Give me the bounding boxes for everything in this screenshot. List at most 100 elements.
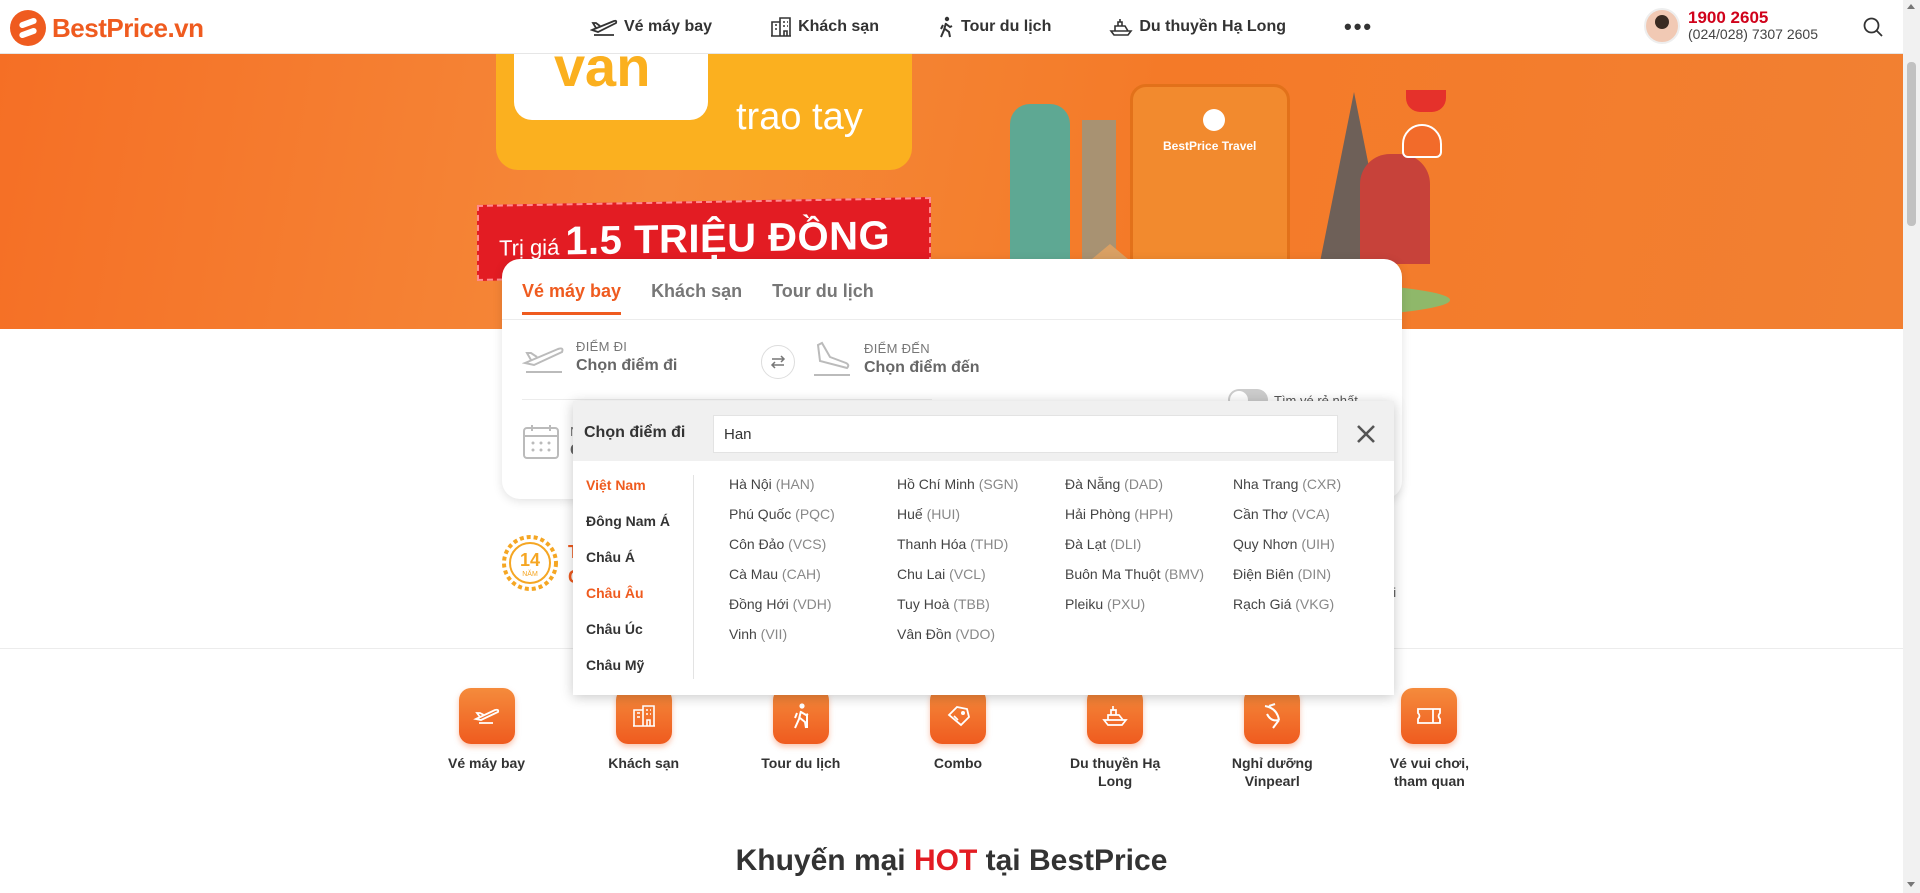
nav-more-button[interactable]: ••• [1344,14,1373,40]
promo-section-title: Khuyến mại HOT tại BestPrice [0,844,1903,878]
region-item[interactable]: Châu Á [586,548,696,584]
close-icon [1357,425,1375,443]
city-name: Pleiku [1065,596,1104,612]
ribbon-value: 1.5 TRIỆU ĐỒNG [565,213,891,264]
service-label: Khách sạn [608,755,680,771]
city-item[interactable]: Phú Quốc (PQC) [729,505,897,535]
service-icon-box [1244,688,1301,744]
swap-button[interactable] [761,345,795,379]
tab-hotels[interactable]: Khách sạn [651,281,742,315]
dropdown-title: Chọn điểm đi [584,424,686,441]
dropdown-close-button[interactable] [1351,419,1381,449]
city-code: (PQC) [795,506,835,522]
city-item[interactable]: Thanh Hóa (THD) [897,535,1065,565]
city-name: Quy Nhơn [1233,536,1298,552]
city-item[interactable]: Hà Nội (HAN) [729,475,897,505]
promo-title-prefix: Khuyến mại [735,844,914,877]
city-item[interactable]: Đà Nẵng (DAD) [1065,475,1233,505]
service-label: Combo [933,755,983,771]
nav-item-hotels[interactable]: Khách sạn [770,17,879,37]
service-tours[interactable]: Tour du lịch [722,688,879,790]
city-name: Tuy Hoà [897,596,950,612]
service-cruises[interactable]: Du thuyền Hạ Long [1037,688,1194,790]
origin-field[interactable]: ĐIỂM ĐI Chọn điểm đi [522,339,677,375]
city-item[interactable]: Vinh (VII) [729,625,897,655]
city-name: Đà Nẵng [1065,476,1121,492]
city-item[interactable]: Côn Đảo (VCS) [729,535,897,565]
city-code: (DAD) [1124,476,1164,492]
nav-label: Tour du lịch [960,18,1052,35]
city-item[interactable]: Nha Trang (CXR) [1233,475,1393,505]
service-hotels[interactable]: Khách sạn [565,688,722,790]
region-item[interactable]: Việt Nam [586,476,696,512]
city-item[interactable]: Hồ Chí Minh (SGN) [897,475,1065,505]
region-item[interactable]: Đông Nam Á [586,512,696,548]
city-item[interactable]: Vân Đồn (VDO) [897,625,1065,655]
cap-icon [1406,90,1446,112]
scroll-thumb[interactable] [1907,62,1916,226]
ribbon-prefix: Trị giá [499,234,560,261]
city-code: (SGN) [978,476,1019,492]
destination-field[interactable]: ĐIỂM ĐẾN Chọn điểm đến [810,339,980,379]
city-item[interactable]: Đà Lạt (DLI) [1065,535,1233,565]
city-name: Rạch Giá [1233,596,1292,612]
city-code: (DIN) [1297,566,1332,582]
scroll-down-arrow-icon[interactable] [1907,882,1915,887]
avatar [1644,8,1680,44]
scroll-up-arrow-icon[interactable] [1907,4,1915,9]
service-attractions[interactable]: Vé vui chơi, tham quan [1351,688,1508,790]
destination-value: Chọn điểm đến [864,359,980,376]
service-combo[interactable]: Combo [879,688,1036,790]
service-label: Vé vui chơi, tham quan [1389,755,1469,789]
service-flights[interactable]: Vé máy bay [408,688,565,790]
city-code: (UIH) [1301,536,1335,552]
brand-logo[interactable]: BestPrice.vn [10,10,204,46]
kremlin-shape [1360,154,1430,264]
card-divider [502,319,1402,320]
region-item[interactable]: Châu Âu [586,584,696,620]
regions-divider [693,475,694,679]
tab-flights[interactable]: Vé máy bay [522,281,622,315]
city-item[interactable]: Huế (HUI) [897,505,1065,535]
hotline[interactable]: 1900 2605 (024/028) 7307 2605 [1644,8,1818,44]
nav-label: Khách sạn [798,18,879,35]
service-icon-box [1087,688,1144,744]
service-label: Tour du lịch [761,755,841,771]
takeoff-icon [522,347,564,373]
service-vinpearl[interactable]: Nghỉ dưỡng Vinpearl [1194,688,1351,790]
banner-trao-text: trao tay [736,96,863,138]
page-scrollbar[interactable] [1903,0,1920,893]
city-code: (VCS) [788,536,827,552]
city-name: Buôn Ma Thuột [1065,566,1161,582]
city-item[interactable]: Quy Nhơn (UIH) [1233,535,1393,565]
destination-label: ĐIỂM ĐẾN [864,341,930,356]
city-item[interactable]: Pleiku (PXU) [1065,595,1233,625]
promo-title-hot: HOT [913,844,978,877]
city-code: (BMV) [1164,566,1205,582]
city-name: Vinh [729,626,757,642]
city-name: Thanh Hóa [897,536,967,552]
site-header: BestPrice.vn Vé máy bay Khách sạn Tour d… [0,0,1903,54]
region-item[interactable]: Châu Mỹ [586,656,696,692]
city-item[interactable]: Hải Phòng (HPH) [1065,505,1233,535]
city-item[interactable]: Điện Biên (DIN) [1233,565,1393,595]
walker-icon [940,16,953,38]
city-item[interactable]: Cần Thơ (VCA) [1233,505,1393,535]
nav-item-flights[interactable]: Vé máy bay [590,17,712,37]
city-code: (VDO) [955,626,996,642]
city-item[interactable]: Cà Mau (CAH) [729,565,897,595]
boat-icon [1102,706,1128,726]
city-item[interactable]: Đồng Hới (VDH) [729,595,897,625]
origin-search-input[interactable] [713,415,1338,453]
region-item[interactable]: Châu Úc [586,620,696,656]
nav-item-tours[interactable]: Tour du lịch [937,16,1051,38]
city-item[interactable]: Rạch Giá (VKG) [1233,595,1393,625]
header-search-button[interactable] [1862,16,1884,43]
service-label: Du thuyền Hạ Long [1070,755,1161,789]
city-item[interactable]: Chu Lai (VCL) [897,565,1065,595]
nav-item-cruises[interactable]: Du thuyền Hạ Long [1109,17,1286,37]
service-label: Nghỉ dưỡng Vinpearl [1231,755,1313,789]
city-item[interactable]: Buôn Ma Thuột (BMV) [1065,565,1233,595]
city-item[interactable]: Tuy Hoà (TBB) [897,595,1065,625]
tab-tours[interactable]: Tour du lịch [772,281,874,315]
